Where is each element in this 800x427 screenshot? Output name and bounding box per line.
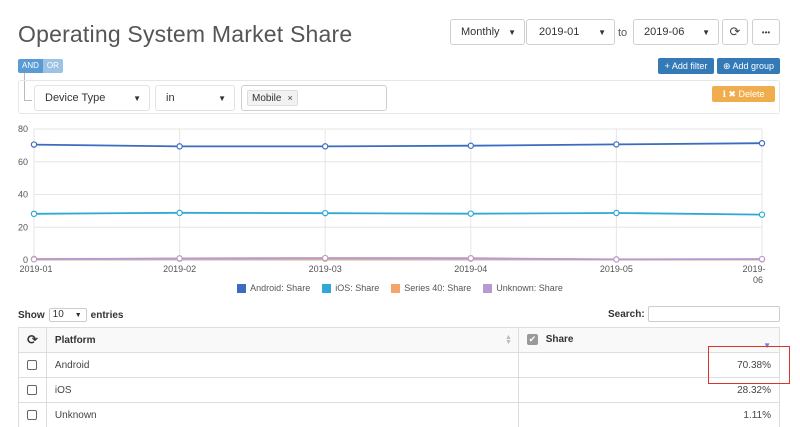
series-lines (33, 142, 763, 261)
platform-cell: Unknown (45, 402, 519, 427)
platform-cell: Android (45, 352, 519, 378)
sort-icon: ▲ ▼ (504, 334, 512, 346)
table-header-row: ⟳ Platform ▲ ▼ ✔ Share ▼ (18, 327, 781, 353)
table-row[interactable]: iOS 28.32% (18, 377, 781, 403)
y-tick-labels: 020406080 (18, 124, 28, 265)
row-checkbox-cell[interactable] (18, 402, 47, 427)
legend-swatch (483, 283, 493, 293)
series-line (33, 142, 763, 148)
data-point (613, 209, 620, 217)
data-table: ⟳ Platform ▲ ▼ ✔ Share ▼ Android 70.38% iOS… (18, 327, 781, 427)
show-label: Show (18, 309, 45, 321)
legend-swatch (322, 283, 332, 293)
data-point (758, 140, 766, 147)
x-tick-label: 2019-03 (309, 264, 342, 274)
search-input[interactable] (648, 306, 780, 322)
row-checkbox-cell[interactable] (18, 352, 47, 378)
platform-cell: iOS (45, 377, 519, 403)
chart-grid (33, 128, 763, 261)
reset-selection-cell[interactable]: ⟳ (18, 327, 47, 353)
x-tick-label: 2019-06 (742, 264, 765, 285)
y-tick-label: 40 (18, 190, 28, 200)
legend-item[interactable]: Series 40: Share (391, 283, 471, 293)
data-point (176, 143, 183, 150)
chevron-down-icon: ▼ (74, 312, 82, 319)
legend-swatch (237, 283, 247, 293)
x-tick-label: 2019-05 (600, 264, 633, 274)
legend-swatch (391, 283, 401, 293)
data-point (30, 141, 38, 148)
chart-legend: Android: Share iOS: Share Series 40: Share… (0, 283, 800, 293)
data-point (322, 254, 329, 262)
data-point (467, 254, 474, 262)
search-label: Search: (608, 309, 645, 320)
highlight-box (708, 346, 790, 384)
share-header-label: Share (545, 334, 574, 346)
line-chart: 020406080 2019-01 2019-02 2019-03 2019-04 20… (18, 124, 766, 285)
y-tick-label: 80 (18, 124, 28, 134)
data-point (613, 141, 620, 148)
y-tick-label: 60 (18, 157, 28, 167)
entries-label: entries (90, 309, 124, 321)
data-point (176, 255, 183, 262)
row-checkbox[interactable] (27, 409, 38, 420)
legend-label: Android: Share (250, 283, 311, 293)
series-points (30, 140, 766, 263)
data-point (613, 256, 620, 263)
data-point (322, 143, 329, 150)
legend-label: iOS: Share (335, 283, 380, 293)
data-point (30, 256, 38, 263)
table-row[interactable]: Unknown 1.11% (18, 402, 781, 427)
data-point (176, 209, 183, 217)
x-tick-label: 2019-02 (163, 264, 196, 274)
share-cell: 1.11% (517, 402, 781, 427)
x-tick-label: 2019-01 (19, 264, 52, 274)
legend-item[interactable]: iOS: Share (322, 283, 379, 293)
data-point (322, 209, 329, 217)
row-checkbox-cell[interactable] (18, 377, 47, 403)
series-line (33, 211, 763, 216)
x-tick-labels: 2019-01 2019-02 2019-03 2019-04 2019-05 2019-… (19, 264, 765, 285)
table-row[interactable]: Android 70.38% (18, 352, 781, 378)
y-tick-label: 20 (18, 222, 28, 232)
data-point (467, 142, 474, 149)
checkbox-checked-icon[interactable]: ✔ (526, 334, 538, 346)
data-point (758, 255, 766, 263)
legend-label: Series 40: Share (404, 283, 472, 293)
platform-column-header[interactable]: Platform ▲ ▼ (45, 327, 519, 353)
legend-item[interactable]: Android: Share (237, 283, 310, 293)
legend-item[interactable]: Unknown: Share (483, 283, 563, 293)
refresh-icon: ⟳ (27, 332, 38, 347)
page-length-value: 10 (52, 309, 64, 320)
platform-header-label: Platform (54, 334, 96, 346)
page-length-control: Show 10 ▼ entries (18, 308, 123, 322)
data-point (30, 210, 38, 218)
data-point (758, 211, 766, 218)
row-checkbox[interactable] (27, 384, 38, 395)
legend-label: Unknown: Share (496, 283, 563, 293)
data-point (467, 210, 474, 217)
x-tick-label-line: 2019- (742, 264, 765, 274)
row-checkbox[interactable] (27, 359, 38, 370)
x-tick-label: 2019-04 (454, 264, 487, 274)
page-length-select[interactable]: 10 ▼ (48, 308, 87, 322)
